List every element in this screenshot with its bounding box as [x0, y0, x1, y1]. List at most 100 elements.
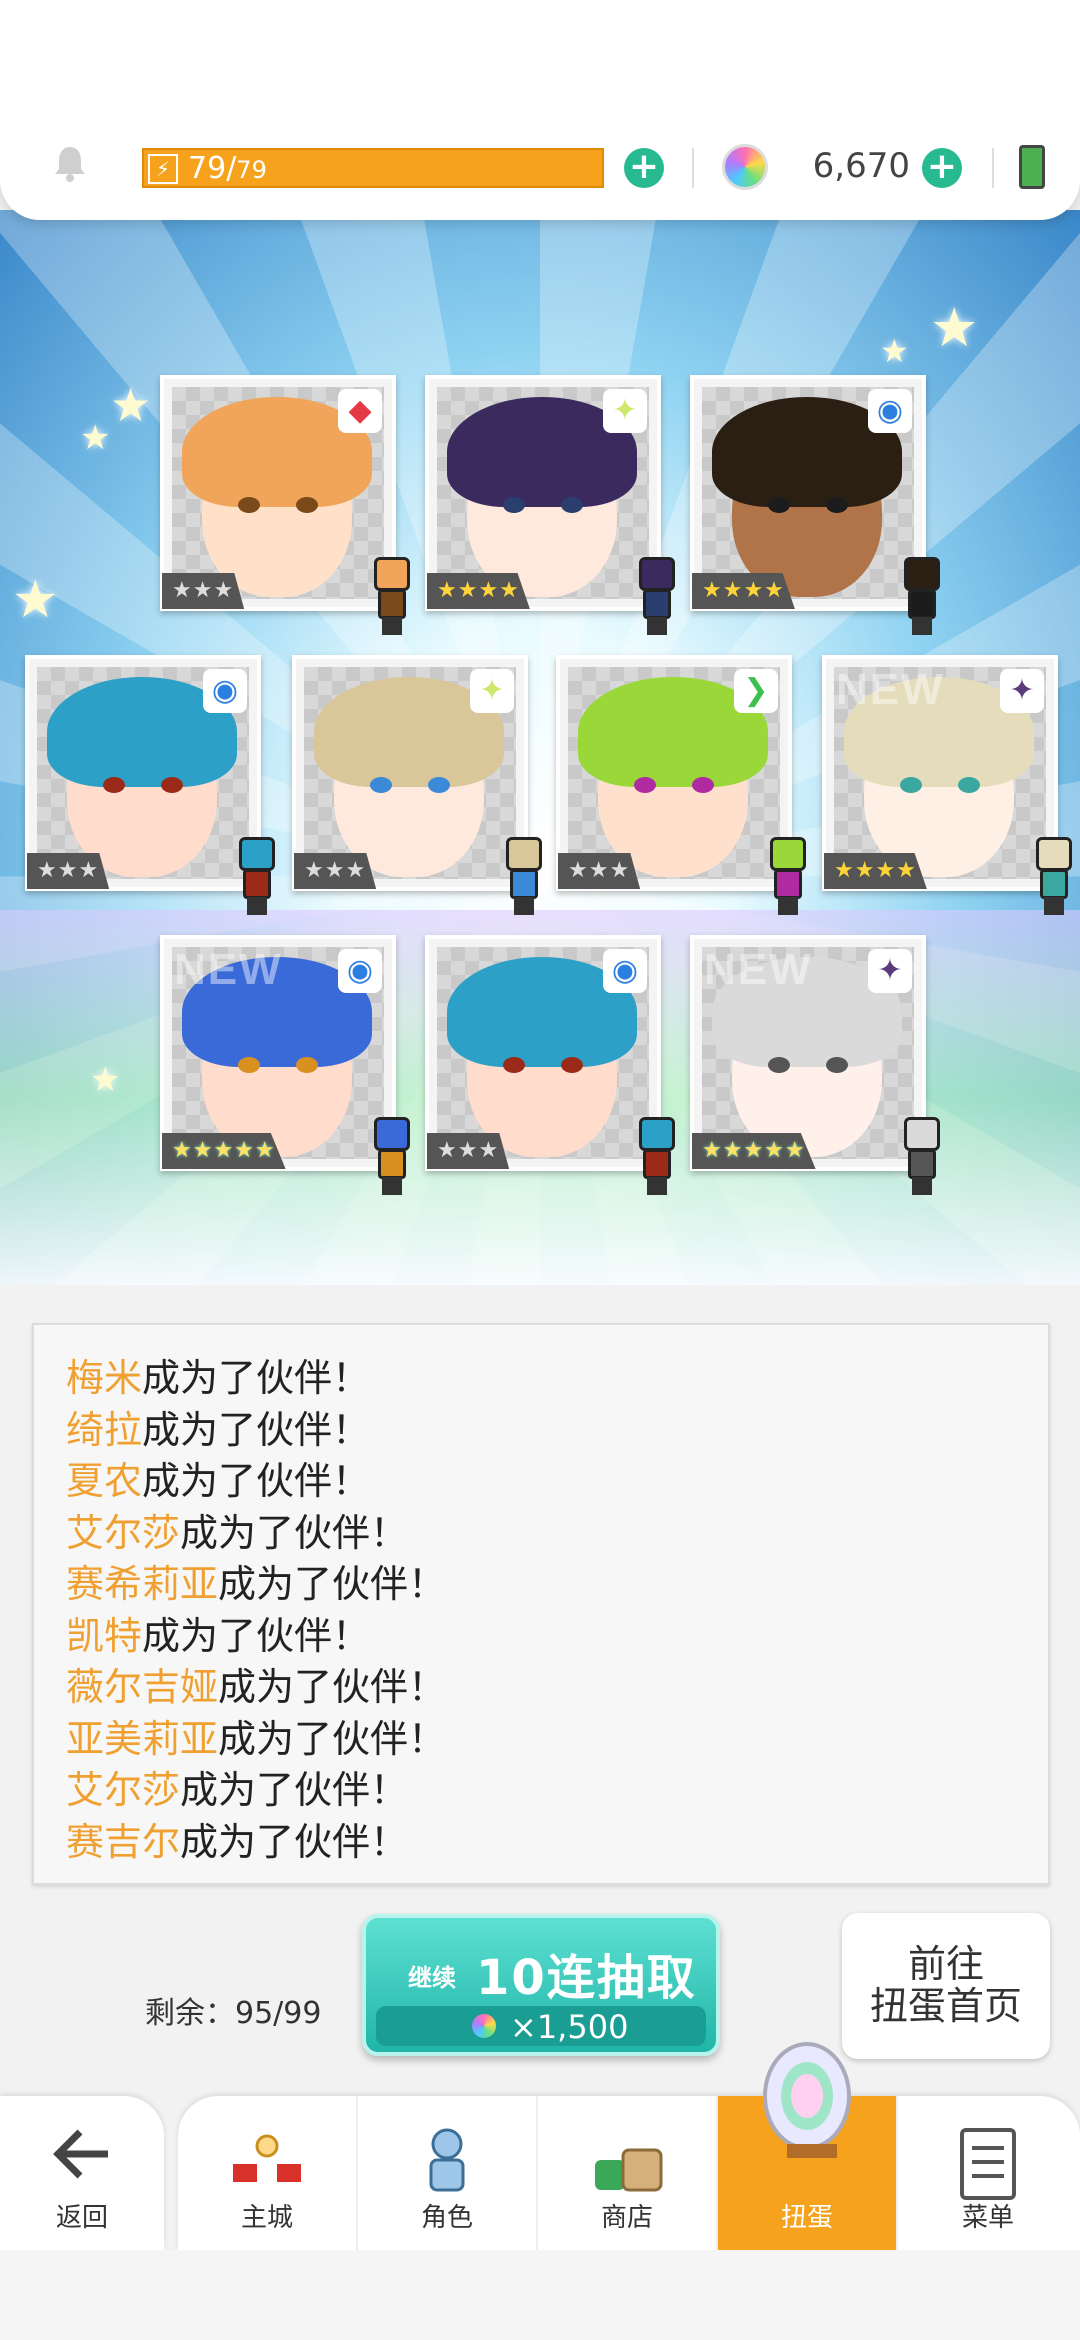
log-suffix: 成为了伙伴！: [218, 1562, 447, 1606]
log-suffix: 成为了伙伴！: [142, 1356, 371, 1400]
new-badge: NEW: [704, 945, 813, 994]
tab-label: 商店: [600, 2203, 653, 2233]
character-eye: [238, 1057, 260, 1073]
sparkle-star-icon: ★: [90, 1060, 121, 1100]
character-card[interactable]: ✦ ★★★: [292, 655, 542, 915]
character-name: 赛希莉亚: [66, 1562, 219, 1606]
character-eye: [503, 497, 525, 513]
status-bar: ⚡ 79/79 + 6,670 +: [0, 0, 1080, 220]
back-label: 返回: [55, 2203, 108, 2233]
character-eye: [634, 777, 656, 793]
bell-icon[interactable]: [50, 143, 90, 183]
chibi-head: [374, 557, 410, 591]
sparkle-star-icon: ★: [80, 418, 111, 458]
gacha-capsule-icon: [763, 2042, 851, 2158]
log-entry: 凯特成为了伙伴！: [66, 1611, 1018, 1663]
character-eye: [826, 497, 848, 513]
character-card[interactable]: NEW ◉ ★★★★★: [160, 935, 410, 1195]
back-button[interactable]: 返回: [0, 2096, 164, 2250]
character-eye: [503, 1057, 525, 1073]
stamina-max: 79: [236, 156, 267, 184]
chibi-body: [510, 869, 538, 899]
character-card[interactable]: ◉ ★★★: [25, 655, 275, 915]
chibi-head: [506, 837, 542, 871]
battery-icon: [1019, 145, 1045, 189]
log-entry: 赛吉尔成为了伙伴！: [66, 1817, 1018, 1869]
chibi-sprite: [627, 557, 687, 637]
log-entry: 艾尔莎成为了伙伴！: [66, 1508, 1018, 1560]
chibi-sprite: [627, 1117, 687, 1197]
chibi-sprite: [494, 837, 554, 917]
chibi-body: [774, 869, 802, 899]
stamina-current: 79: [188, 151, 227, 186]
town-icon: [233, 2134, 301, 2182]
character-name: 绮拉: [66, 1407, 143, 1452]
pull-10-button[interactable]: 继续 10连抽取 ×1,500: [362, 1914, 720, 2056]
character-name: 凯特: [66, 1613, 143, 1658]
tab-shop[interactable]: 商店: [538, 2096, 718, 2250]
add-gems-button[interactable]: +: [922, 148, 962, 188]
gacha-home-button[interactable]: 前往 扭蛋首页: [842, 1913, 1050, 2059]
result-log[interactable]: 梅米成为了伙伴！ 绮拉成为了伙伴！ 夏农成为了伙伴！ 艾尔莎成为了伙伴！ 赛希莉亚成为了…: [32, 1323, 1050, 1885]
chibi-body: [908, 589, 936, 619]
character-card[interactable]: ✦ ★★★★: [425, 375, 675, 635]
character-card[interactable]: NEW ✦ ★★★★★: [690, 935, 940, 1195]
chibi-body: [1040, 869, 1068, 899]
wind-icon: ❯: [734, 669, 778, 713]
new-badge: NEW: [174, 945, 283, 994]
light-icon: ✦: [470, 669, 514, 713]
tab-gacha[interactable]: 扭蛋: [718, 2042, 898, 2250]
character-card[interactable]: ◆ ★★★: [160, 375, 410, 635]
character-eye: [561, 1057, 583, 1073]
character-card[interactable]: ❯ ★★★: [556, 655, 806, 915]
chibi-legs: [247, 897, 267, 915]
chibi-sprite: [1024, 837, 1080, 917]
chibi-head: [904, 1117, 940, 1151]
character-eye: [296, 1057, 318, 1073]
divider: [992, 148, 994, 188]
pull-label: 10连抽取: [476, 1950, 697, 2006]
log-suffix: 成为了伙伴！: [218, 1716, 447, 1761]
shop-bag-icon: [595, 2148, 663, 2192]
log-list: 梅米成为了伙伴！ 绮拉成为了伙伴！ 夏农成为了伙伴！ 艾尔莎成为了伙伴！ 赛希莉亚成为了…: [66, 1353, 1018, 1868]
light-icon: ✦: [603, 389, 647, 433]
nav-tabs: 主城 角色 商店 扭蛋 菜单: [178, 2042, 1080, 2250]
log-entry: 艾尔莎成为了伙伴！: [66, 1765, 1018, 1817]
log-entry: 绮拉成为了伙伴！: [66, 1405, 1018, 1457]
chibi-head: [239, 837, 275, 871]
remaining-count: 剩余：95/99: [145, 1996, 322, 2031]
tab-characters[interactable]: 角色: [358, 2096, 538, 2250]
water-icon: ◉: [338, 949, 382, 993]
sparkle-star-icon: ★: [12, 570, 59, 630]
log-suffix: 成为了伙伴！: [180, 1768, 409, 1812]
character-name: 薇尔吉娅: [66, 1665, 219, 1709]
character-name: 艾尔莎: [66, 1510, 181, 1555]
character-name: 梅米: [66, 1356, 143, 1400]
sparkle-star-icon: ★: [930, 296, 979, 359]
rarity-stars: ★★★: [294, 853, 377, 889]
tab-menu[interactable]: 菜单: [898, 2096, 1078, 2250]
lightning-icon: ⚡: [148, 154, 178, 184]
character-eye: [370, 777, 392, 793]
chibi-body: [643, 1149, 671, 1179]
chibi-sprite: [362, 557, 422, 637]
log-entry: 薇尔吉娅成为了伙伴！: [66, 1662, 1018, 1714]
character-card[interactable]: NEW ✦ ★★★★: [822, 655, 1072, 915]
chibi-sprite: [227, 837, 287, 917]
character-card[interactable]: ◉ ★★★★: [690, 375, 940, 635]
stamina-value: 79/79: [188, 151, 267, 186]
character-card[interactable]: ◉ ★★★: [425, 935, 675, 1195]
chibi-legs: [514, 897, 534, 915]
add-stamina-button[interactable]: +: [624, 148, 664, 188]
log-suffix: 成为了伙伴！: [142, 1459, 371, 1503]
log-suffix: 成为了伙伴！: [142, 1613, 371, 1658]
character-name: 艾尔莎: [66, 1768, 181, 1812]
water-icon: ◉: [203, 669, 247, 713]
character-eye: [296, 497, 318, 513]
chibi-body: [378, 589, 406, 619]
chibi-legs: [912, 617, 932, 635]
water-icon: ◉: [603, 949, 647, 993]
tab-town[interactable]: 主城: [178, 2096, 358, 2250]
log-suffix: 成为了伙伴！: [180, 1819, 409, 1864]
chibi-body: [243, 869, 271, 899]
